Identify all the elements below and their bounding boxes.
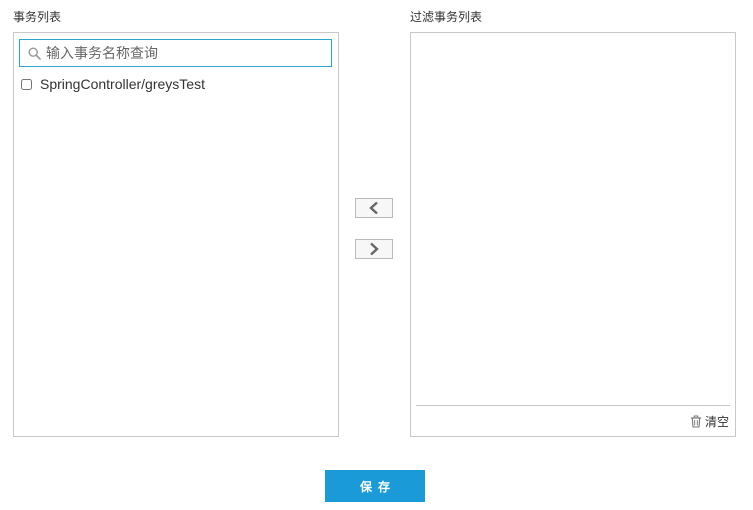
search-input[interactable] [41, 42, 316, 64]
search-box[interactable] [19, 39, 332, 67]
filtered-list-panel: 清空 [410, 32, 736, 437]
chevron-left-icon [369, 201, 378, 215]
trash-icon [690, 415, 702, 428]
list-item[interactable]: SpringController/greysTest [20, 76, 205, 92]
list-item-checkbox[interactable] [21, 78, 32, 90]
clear-button[interactable]: 清空 [690, 413, 729, 430]
chevron-right-icon [370, 242, 379, 256]
move-left-button[interactable] [355, 198, 393, 218]
filtered-list-title: 过滤事务列表 [410, 10, 483, 24]
list-item-label: SpringController/greysTest [40, 76, 205, 92]
transaction-list-panel: SpringController/greysTest [13, 32, 339, 437]
transaction-list-title: 事务列表 [13, 10, 62, 24]
divider [416, 405, 730, 406]
save-button[interactable]: 保存 [325, 470, 425, 502]
clear-label: 清空 [704, 415, 729, 429]
move-right-button[interactable] [355, 239, 393, 259]
search-icon [27, 46, 41, 60]
